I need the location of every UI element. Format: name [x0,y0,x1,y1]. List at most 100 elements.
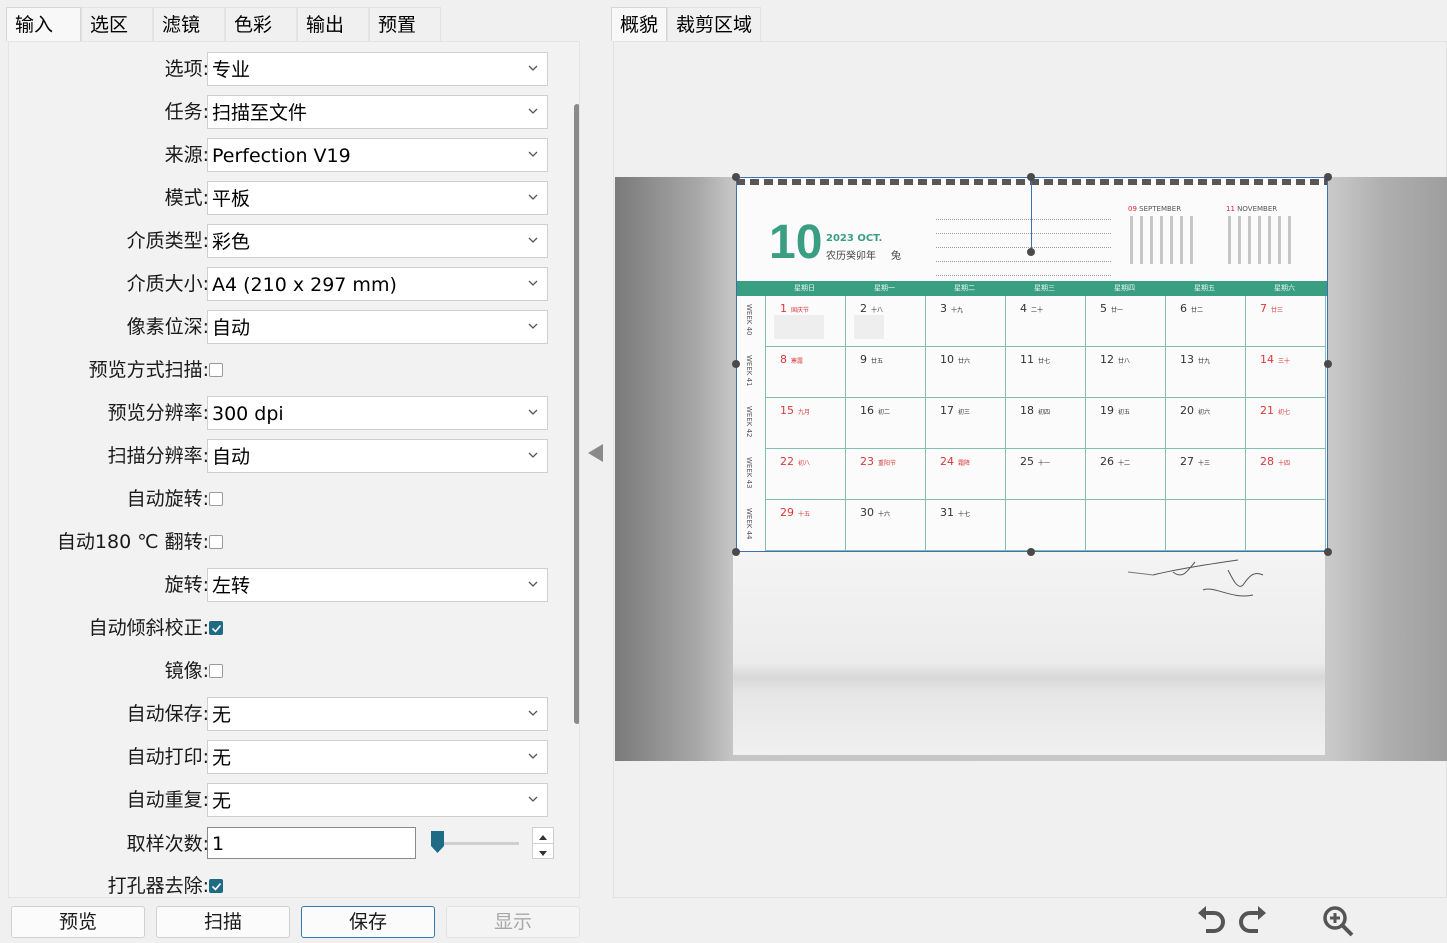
punch-remove-checkbox[interactable] [209,879,223,893]
crop-handle-left[interactable] [732,360,740,368]
auto-save-select[interactable]: 无 [207,697,548,731]
right-tab-bar: 概貌 裁剪区域 [611,7,762,41]
zoom-in-icon[interactable] [1320,903,1356,939]
task-label: 任务: [164,101,209,123]
preview-res-select[interactable]: 300 dpi [207,396,548,430]
calendar-stand [733,550,1325,755]
punch-remove-label: 打孔器去除: [107,875,209,897]
tab-preset[interactable]: 预置 [369,7,441,41]
task-select[interactable]: 扫描至文件 [207,95,548,129]
rotate-row: 旋转: 左转 [9,568,569,602]
crop-selection-box[interactable] [736,177,1328,552]
preview-scan-checkbox[interactable] [209,363,223,377]
chevron-down-icon [528,323,538,329]
show-button[interactable]: 显示 [446,906,580,938]
chevron-down-icon [528,452,538,458]
media-size-value: A4 (210 x 297 mm) [212,274,397,296]
crop-handle-top-left[interactable] [732,173,740,181]
auto-flip-checkbox[interactable] [209,535,223,549]
option-select[interactable]: 专业 [207,52,548,86]
media-size-label: 介质大小: [126,273,209,295]
scan-button[interactable]: 扫描 [156,906,290,938]
task-row: 任务: 扫描至文件 [9,95,569,129]
auto-deskew-row: 自动倾斜校正: [9,611,569,645]
tab-input[interactable]: 输入 [6,7,81,41]
mode-label: 模式: [164,187,209,209]
auto-rotate-row: 自动旋转: [9,482,569,516]
task-value: 扫描至文件 [212,102,308,124]
auto-repeat-row: 自动重复: 无 [9,783,569,817]
scan-res-select[interactable]: 自动 [207,439,548,473]
tab-filter[interactable]: 滤镜 [153,7,225,41]
save-button[interactable]: 保存 [301,906,435,938]
auto-deskew-checkbox[interactable] [209,621,223,635]
auto-save-row: 自动保存: 无 [9,697,569,731]
crop-handle-bottom[interactable] [1027,548,1035,556]
crop-handle-right[interactable] [1324,360,1332,368]
preview-res-value: 300 dpi [212,403,284,425]
auto-repeat-value: 无 [212,790,232,812]
auto-print-value: 无 [212,747,232,769]
crop-handle-top[interactable] [1027,173,1035,181]
rotate-value: 左转 [212,575,251,597]
mode-select[interactable]: 平板 [207,181,548,215]
crop-handle-bottom-left[interactable] [732,548,740,556]
tab-output[interactable]: 输出 [297,7,369,41]
left-tab-bar: 输入 选区 滤镜 色彩 输出 预置 [6,7,441,41]
auto-repeat-label: 自动重复: [126,789,209,811]
samples-input[interactable]: 1 [207,827,416,859]
punch-remove-row: 打孔器去除: [9,869,569,897]
rotate-select[interactable]: 左转 [207,568,548,602]
crop-handle-top-right[interactable] [1324,173,1332,181]
chevron-down-icon [528,753,538,759]
tab-overview[interactable]: 概貌 [611,7,668,41]
stepper-up-button[interactable] [533,828,553,843]
mirror-row: 镜像: [9,654,569,688]
bit-depth-label: 像素位深: [126,316,209,338]
auto-repeat-select[interactable]: 无 [207,783,548,817]
preview-button[interactable]: 预览 [11,906,145,938]
tab-color[interactable]: 色彩 [225,7,297,41]
auto-rotate-checkbox[interactable] [209,492,223,506]
media-size-select[interactable]: A4 (210 x 297 mm) [207,267,548,301]
chevron-down-icon [528,796,538,802]
rotate-left-icon[interactable] [1190,903,1226,939]
auto-print-label: 自动打印: [126,746,209,768]
media-type-row: 介质类型: 彩色 [9,224,569,258]
source-value: Perfection V19 [212,145,351,167]
media-type-select[interactable]: 彩色 [207,224,548,258]
chevron-down-icon [528,581,538,587]
samples-slider-thumb[interactable] [431,831,444,853]
chevron-down-icon [528,237,538,243]
samples-value: 1 [212,833,225,855]
source-select[interactable]: Perfection V19 [207,138,548,172]
preview-scan-label: 预览方式扫描: [88,359,209,381]
auto-flip-label: 自动180 ℃ 翻转: [56,531,209,553]
chevron-down-icon [528,151,538,157]
crop-handle-bottom-right[interactable] [1324,548,1332,556]
samples-slider-track[interactable] [439,842,519,845]
mode-row: 模式: 平板 [9,181,569,215]
tab-selection[interactable]: 选区 [81,7,153,41]
stepper-down-button[interactable] [533,843,553,858]
preview-res-row: 预览分辨率: 300 dpi [9,396,569,430]
auto-save-label: 自动保存: [126,703,209,725]
rotate-right-icon[interactable] [1236,903,1272,939]
media-type-label: 介质类型: [126,230,209,252]
pen-scribble [1127,559,1264,597]
samples-label: 取样次数: [126,833,209,855]
tab-crop-area[interactable]: 裁剪区域 [667,7,762,41]
triangle-left-icon[interactable] [585,441,607,465]
option-row: 选项: 专业 [9,52,569,86]
source-label: 来源: [164,144,209,166]
mode-value: 平板 [212,188,251,210]
auto-print-select[interactable]: 无 [207,740,548,774]
chevron-down-icon [528,65,538,71]
settings-scrollbar[interactable] [574,104,579,724]
mirror-checkbox[interactable] [209,664,223,678]
bit-depth-select[interactable]: 自动 [207,310,548,344]
samples-stepper[interactable] [532,827,554,859]
auto-rotate-label: 自动旋转: [126,488,209,510]
crop-handle-rotate[interactable] [1027,248,1035,256]
auto-save-value: 无 [212,704,232,726]
